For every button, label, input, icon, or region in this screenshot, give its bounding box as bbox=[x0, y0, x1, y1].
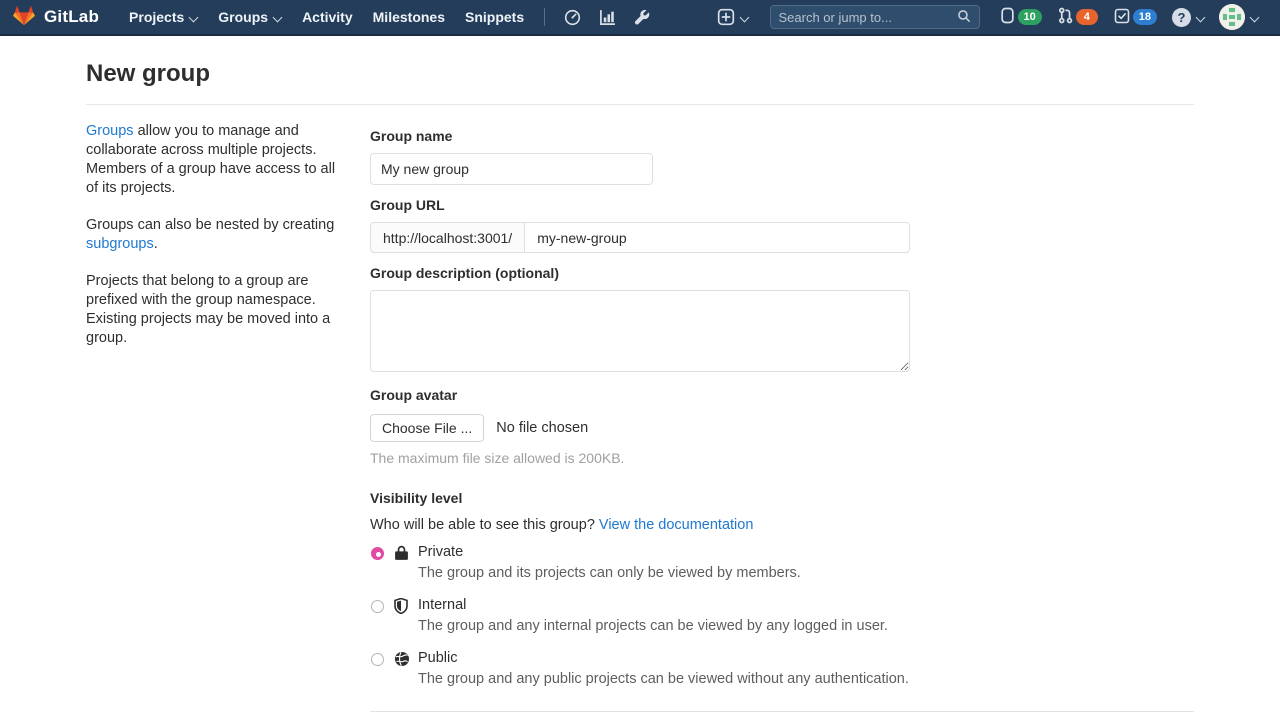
sidebar-paragraph-2: Groups can also be nested by creating su… bbox=[86, 216, 342, 254]
help-menu[interactable]: ? bbox=[1165, 4, 1212, 31]
visibility-level-label: Visibility level bbox=[370, 480, 1194, 515]
chevron-down-icon bbox=[273, 13, 282, 22]
user-avatar bbox=[1219, 4, 1245, 30]
help-question-icon: ? bbox=[1172, 8, 1191, 27]
globe-icon bbox=[394, 651, 410, 670]
group-url-field: http://localhost:3001/ bbox=[370, 222, 910, 253]
private-option-description: The group and its projects can only be v… bbox=[418, 564, 801, 583]
nav-snippets[interactable]: Snippets bbox=[455, 3, 534, 31]
nav-groups[interactable]: Groups bbox=[208, 3, 292, 31]
page-title: New group bbox=[86, 36, 1194, 105]
nav-milestones[interactable]: Milestones bbox=[363, 3, 455, 31]
nav-projects[interactable]: Projects bbox=[119, 3, 208, 31]
tanuki-icon bbox=[12, 4, 36, 30]
group-description-textarea[interactable] bbox=[370, 290, 910, 372]
group-description-label: Group description (optional) bbox=[370, 259, 1194, 290]
group-name-input[interactable] bbox=[370, 153, 653, 185]
gitlab-logo[interactable]: GitLab bbox=[12, 4, 99, 30]
new-plus-menu[interactable] bbox=[708, 2, 758, 32]
public-radio[interactable] bbox=[371, 653, 384, 666]
sidebar-paragraph-3: Projects that belong to a group are pref… bbox=[86, 272, 342, 348]
shield-icon bbox=[394, 598, 410, 617]
public-option-description: The group and any public projects can be… bbox=[418, 670, 909, 689]
issues-counter[interactable]: 10 bbox=[992, 1, 1050, 33]
chevron-down-icon bbox=[1250, 13, 1259, 22]
avatar-size-help: The maximum file size allowed is 200KB. bbox=[370, 450, 1194, 466]
subgroups-link[interactable]: subgroups bbox=[86, 236, 154, 252]
internal-option-description: The group and any internal projects can … bbox=[418, 617, 888, 636]
visibility-option-public[interactable]: Public The group and any public projects… bbox=[370, 649, 1194, 689]
todo-check-icon bbox=[1114, 8, 1130, 27]
nav-divider bbox=[544, 8, 545, 26]
brand-name: GitLab bbox=[44, 7, 99, 27]
merge-requests-counter[interactable]: 4 bbox=[1050, 1, 1106, 33]
lock-icon bbox=[394, 545, 410, 564]
group-url-label: Group URL bbox=[370, 191, 1194, 222]
chevron-down-icon bbox=[740, 13, 749, 22]
top-navbar: GitLab Projects Groups Activity Mileston… bbox=[0, 0, 1280, 36]
group-url-input[interactable] bbox=[524, 222, 910, 253]
group-avatar-label: Group avatar bbox=[370, 381, 1194, 412]
main-nav: Projects Groups Activity Milestones Snip… bbox=[119, 3, 534, 31]
new-group-page: New group Groups allow you to manage and… bbox=[0, 36, 1280, 712]
issues-count-badge: 10 bbox=[1018, 9, 1042, 25]
chevron-down-icon bbox=[1196, 13, 1205, 22]
dashboard-gauge-icon[interactable] bbox=[555, 3, 590, 32]
description-sidebar: Groups allow you to manage and collabora… bbox=[86, 122, 342, 712]
choose-file-button[interactable]: Choose File ... bbox=[370, 414, 484, 442]
public-option-name: Public bbox=[418, 650, 458, 666]
user-menu[interactable] bbox=[1212, 0, 1266, 34]
view-documentation-link[interactable]: View the documentation bbox=[599, 517, 754, 533]
group-name-label: Group name bbox=[370, 122, 1194, 153]
visibility-option-private[interactable]: Private The group and its projects can o… bbox=[370, 543, 1194, 583]
nav-activity[interactable]: Activity bbox=[292, 3, 363, 31]
navbar-right: 10 4 18 ? bbox=[708, 0, 1267, 34]
groups-link[interactable]: Groups bbox=[86, 123, 134, 139]
visibility-option-internal[interactable]: Internal The group and any internal proj… bbox=[370, 596, 1194, 636]
todos-counter[interactable]: 18 bbox=[1106, 2, 1165, 33]
private-radio[interactable] bbox=[371, 547, 384, 560]
issues-icon bbox=[1000, 7, 1015, 27]
internal-option-name: Internal bbox=[418, 597, 466, 613]
private-option-name: Private bbox=[418, 544, 463, 560]
search-icon bbox=[957, 9, 971, 26]
admin-wrench-icon[interactable] bbox=[625, 3, 660, 32]
url-prefix: http://localhost:3001/ bbox=[370, 222, 524, 253]
mr-count-badge: 4 bbox=[1076, 9, 1098, 25]
search-input[interactable] bbox=[779, 10, 957, 25]
todo-count-badge: 18 bbox=[1133, 9, 1157, 25]
chevron-down-icon bbox=[189, 13, 198, 22]
sidebar-paragraph-1: Groups allow you to manage and collabora… bbox=[86, 122, 342, 198]
merge-request-icon bbox=[1058, 7, 1073, 27]
new-group-form: Group name Group URL http://localhost:30… bbox=[370, 122, 1194, 712]
analytics-chart-icon[interactable] bbox=[590, 3, 625, 32]
internal-radio[interactable] bbox=[371, 600, 384, 613]
file-chosen-status: No file chosen bbox=[496, 420, 588, 436]
visibility-question: Who will be able to see this group? View… bbox=[370, 515, 1194, 543]
global-search[interactable] bbox=[770, 5, 980, 29]
